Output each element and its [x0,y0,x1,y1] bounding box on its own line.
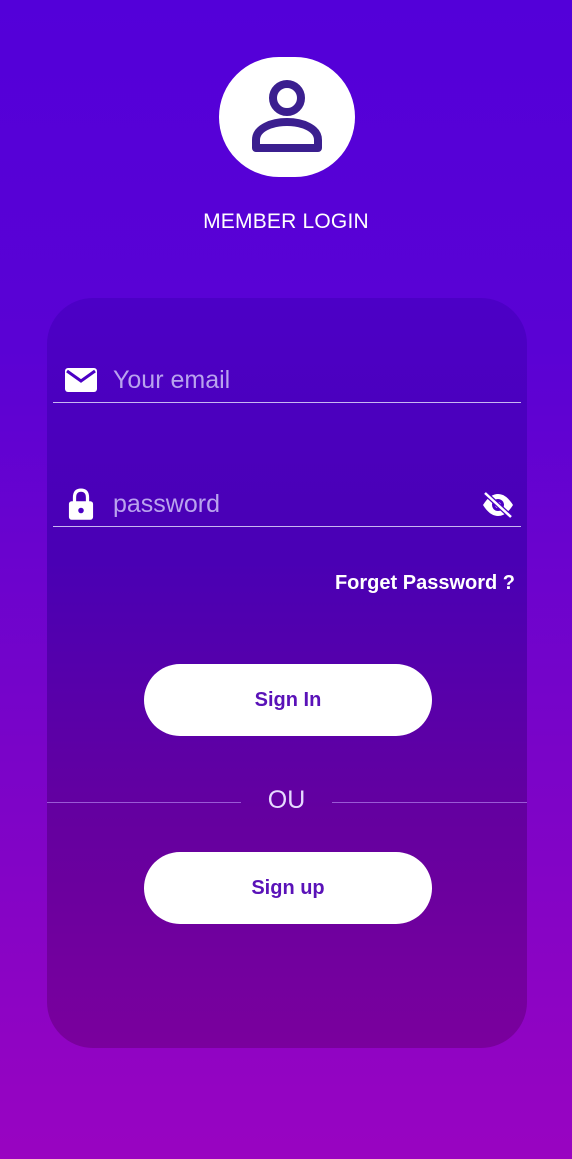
or-separator: OU [267,786,306,814]
avatar [219,57,355,177]
lock-icon [65,488,97,520]
password-field[interactable]: password [53,482,521,527]
divider-right [332,802,527,803]
page-title: MEMBER LOGIN [203,210,369,233]
email-field[interactable]: Your email [53,358,521,403]
sign-in-button[interactable]: Sign In [144,664,432,736]
login-card: Your email password Forget Password ? Si… [47,298,527,1048]
email-placeholder: Your email [113,366,231,394]
divider-left [47,802,241,803]
eye-off-icon[interactable] [481,488,515,522]
user-icon [252,80,322,152]
forget-password-link[interactable]: Forget Password ? [335,572,515,595]
sign-up-button[interactable]: Sign up [144,852,432,924]
mail-icon [65,364,97,396]
password-placeholder: password [113,490,220,518]
